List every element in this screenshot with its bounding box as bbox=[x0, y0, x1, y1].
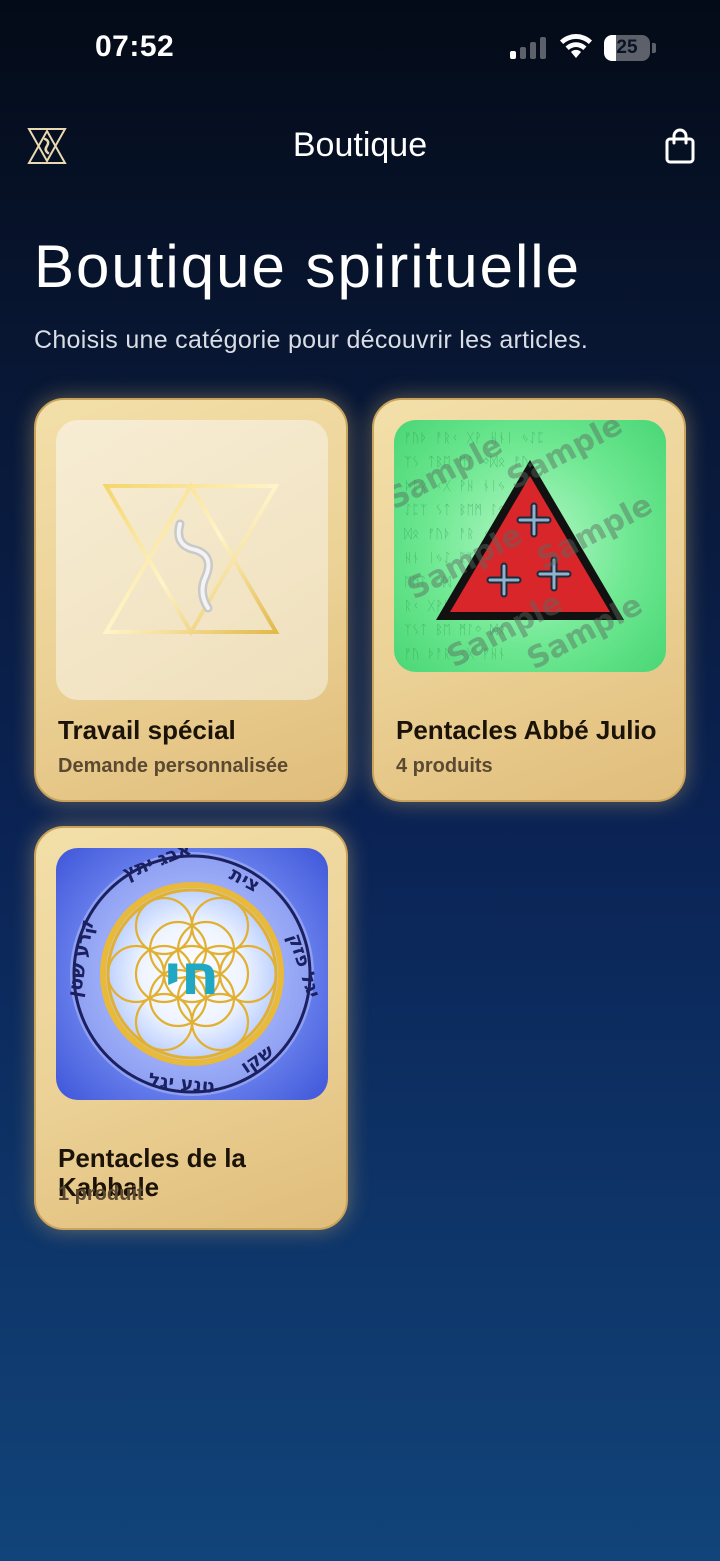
nav-title: Boutique bbox=[292, 126, 428, 164]
card-subtitle: Demande personnalisée bbox=[58, 755, 289, 777]
card-title: Travail spécial bbox=[58, 715, 236, 745]
shopping-bag-icon[interactable] bbox=[664, 128, 696, 164]
category-card-travail-special[interactable]: Travail spécial Demande personnalisée bbox=[34, 398, 348, 802]
card-subtitle: 4 produits bbox=[396, 755, 493, 777]
category-card-pentacles-abbe-julio[interactable]: ᚠᚢᚦ ᚨᚱᚲ ᚷᚹ ᚺᚾᛁ ᛃᛇᛈ ᛉᛊ ᛏᛒᛖ ᛗᛚ ᛜᛞᛟ ᚠᚢ ᚦᚨᚱ … bbox=[372, 398, 686, 802]
center-glyph: חי bbox=[165, 943, 220, 1008]
wifi-icon bbox=[560, 34, 592, 58]
card-title: Pentacles Abbé Julio bbox=[396, 715, 657, 745]
card-subtitle: 1 produit bbox=[58, 1183, 144, 1205]
signal-icon bbox=[510, 37, 546, 59]
status-time: 07:52 bbox=[95, 30, 175, 63]
page-title: Boutique spirituelle bbox=[34, 233, 581, 300]
status-bar: 07:52 25 bbox=[0, 0, 720, 100]
flower-of-life-pentacle-image: חי אבג יתץ צית קרע שטן יגל פזק טנע יגל ש… bbox=[56, 848, 328, 1100]
battery-level: 25 bbox=[616, 37, 638, 58]
hourglass-emblem-image bbox=[56, 420, 328, 700]
battery-icon: 25 bbox=[604, 35, 656, 61]
category-card-pentacles-kabbale[interactable]: חי אבג יתץ צית קרע שטן יגל פזק טנע יגל ש… bbox=[34, 826, 348, 1230]
red-triangle-pentacle-image: ᚠᚢᚦ ᚨᚱᚲ ᚷᚹ ᚺᚾᛁ ᛃᛇᛈ ᛉᛊ ᛏᛒᛖ ᛗᛚ ᛜᛞᛟ ᚠᚢ ᚦᚨᚱ … bbox=[394, 420, 666, 672]
page-subtitle: Choisis une catégorie pour découvrir les… bbox=[34, 326, 589, 354]
